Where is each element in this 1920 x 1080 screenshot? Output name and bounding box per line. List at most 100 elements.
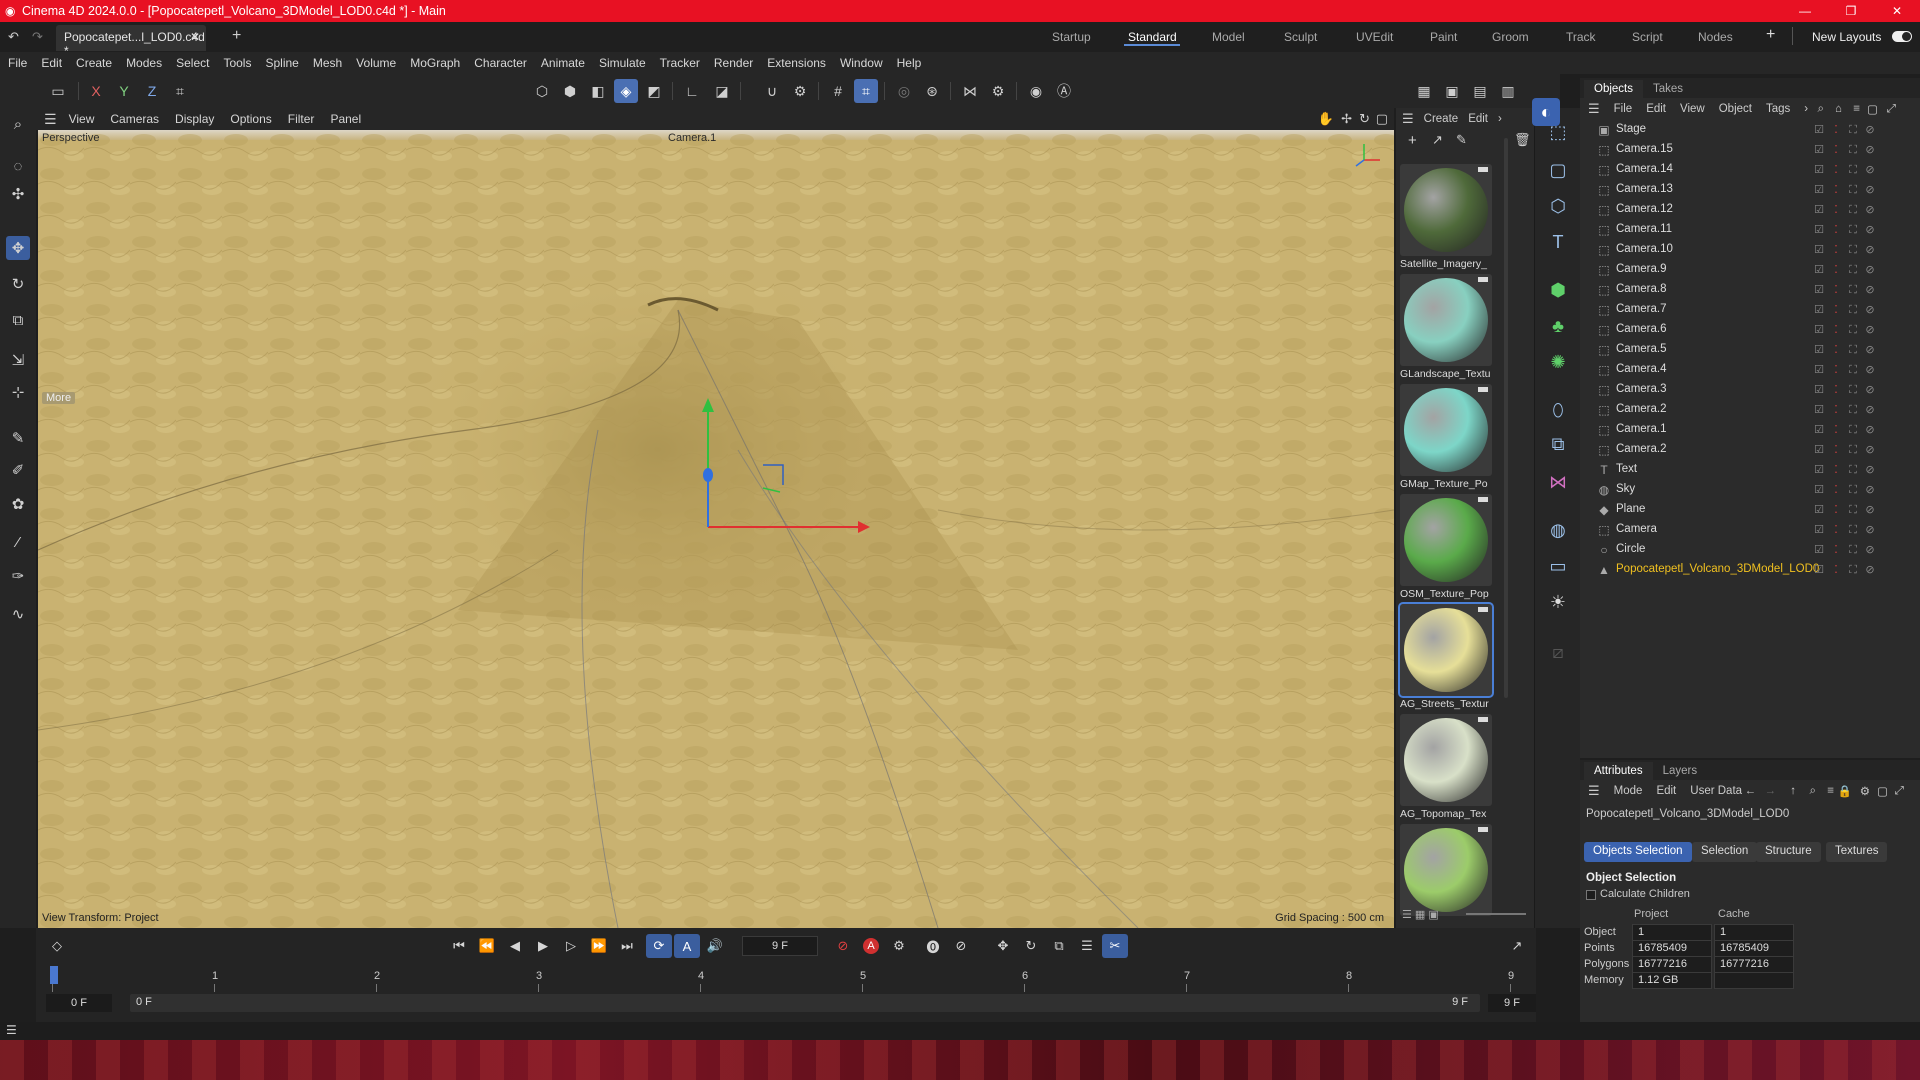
dolly-icon[interactable]: ✢ [1341, 111, 1352, 127]
object-row[interactable]: T Text ☑ ⁚ ⛶ ⊘ [1580, 460, 1920, 480]
tag-icon[interactable]: ⛶ [1846, 423, 1860, 437]
menu-modes[interactable]: Modes [126, 56, 162, 70]
material-menu-edit[interactable]: Edit [1468, 113, 1488, 125]
tag-icon[interactable]: ⛶ [1846, 463, 1860, 477]
tag-icon[interactable]: ⛶ [1846, 543, 1860, 557]
tag-icon[interactable]: ⛶ [1846, 303, 1860, 317]
forward-arrow-icon[interactable]: → [1765, 785, 1777, 797]
object-row[interactable]: ⬚ Camera.14 ☑ ⁚ ⛶ ⊘ [1580, 160, 1920, 180]
close-tab-icon[interactable]: ✕ [190, 30, 200, 44]
object-row[interactable]: ○ Circle ☑ ⁚ ⛶ ⊘ [1580, 540, 1920, 560]
tag-icon[interactable]: ⊘ [1863, 183, 1877, 197]
object-manager-icon[interactable]: ▭ [46, 79, 70, 103]
material-item[interactable]: GMap_Texture_Po [1400, 384, 1492, 490]
object-menu-edit[interactable]: Edit [1646, 103, 1666, 115]
playhead[interactable] [50, 966, 58, 984]
tag-icon[interactable]: ⊘ [1863, 423, 1877, 437]
axis-mode-icon[interactable]: ∟ [680, 79, 704, 103]
minimize-button[interactable]: — [1782, 0, 1828, 22]
tag-icon[interactable]: ⊘ [1863, 563, 1877, 577]
tag-icon[interactable]: ⊘ [1863, 323, 1877, 337]
layer-checkbox-icon[interactable]: ☑ [1812, 403, 1826, 417]
visibility-dots-icon[interactable]: ⁚ [1829, 543, 1843, 557]
layout-nodes[interactable]: Nodes [1698, 30, 1733, 44]
layout-script[interactable]: Script [1632, 30, 1663, 44]
tab-selection[interactable]: Selection [1692, 842, 1758, 862]
add-tab-icon[interactable]: + [232, 27, 241, 45]
object-row[interactable]: ⬚ Camera.2 ☑ ⁚ ⛶ ⊘ [1580, 400, 1920, 420]
object-menu-object[interactable]: Object [1719, 103, 1752, 115]
add-layout-icon[interactable]: + [1766, 26, 1775, 44]
visibility-dots-icon[interactable]: ⁚ [1829, 483, 1843, 497]
object-row[interactable]: ⬚ Camera.12 ☑ ⁚ ⛶ ⊘ [1580, 200, 1920, 220]
spline-pen-icon[interactable]: ✎ [6, 426, 30, 450]
tab-objects-selection[interactable]: Objects Selection [1584, 842, 1692, 862]
workplane-snap-icon[interactable]: ⌗ [854, 79, 878, 103]
coordinate-system-icon[interactable]: ⌗ [168, 79, 192, 103]
menu-select[interactable]: Select [176, 56, 209, 70]
tab-objects[interactable]: Objects [1584, 80, 1643, 98]
layout-groom[interactable]: Groom [1492, 30, 1529, 44]
hamburger-icon[interactable]: ☰ [1402, 111, 1414, 127]
tag-icon[interactable]: ⊘ [1863, 363, 1877, 377]
object-row[interactable]: ▲ Popocatepetl_Volcano_3DModel_LOD0 ☑ ⁚ ⛶ ⊘ [1580, 560, 1920, 580]
autokey-icon[interactable]: A [858, 934, 884, 958]
material-item[interactable]: Satellite_Imagery_ [1400, 164, 1492, 270]
layer-checkbox-icon[interactable]: ☑ [1812, 443, 1826, 457]
keyframe-icon[interactable]: ◇ [44, 934, 70, 958]
tag-icon[interactable]: ⛶ [1846, 563, 1860, 577]
layer-checkbox-icon[interactable]: ☑ [1812, 143, 1826, 157]
transform-tool-icon[interactable]: ⇲ [6, 348, 30, 372]
visibility-dots-icon[interactable]: ⁚ [1829, 503, 1843, 517]
layer-checkbox-icon[interactable]: ☑ [1812, 543, 1826, 557]
light-icon[interactable]: ☀ [1544, 588, 1572, 616]
material-menu-create[interactable]: Create [1424, 113, 1459, 125]
menu-extensions[interactable]: Extensions [767, 56, 826, 70]
tab-takes[interactable]: Takes [1643, 80, 1693, 98]
paint-icon[interactable]: ✿ [6, 492, 30, 516]
preview-range-bar[interactable]: 0 F 9 F [130, 994, 1480, 1012]
home-icon[interactable]: ⌂ [1835, 103, 1842, 115]
layout-track[interactable]: Track [1566, 30, 1596, 44]
link-material-icon[interactable]: ↗ [1432, 132, 1443, 148]
grid-snap-icon[interactable]: # [826, 79, 850, 103]
previous-frame-icon[interactable]: ◀ [502, 934, 528, 958]
record-icon[interactable]: ⊘ [830, 934, 856, 958]
tag-icon[interactable]: ⛶ [1846, 323, 1860, 337]
tag-icon[interactable]: ⊘ [1863, 543, 1877, 557]
layer-checkbox-icon[interactable]: ☑ [1812, 183, 1826, 197]
go-to-end-icon[interactable]: ⏭ [614, 934, 640, 958]
chevron-right-icon[interactable]: › [1498, 113, 1502, 125]
spline-icon[interactable]: ⋈ [1544, 468, 1572, 496]
render-view-icon[interactable]: ▣ [1440, 79, 1464, 103]
tab-attributes[interactable]: Attributes [1584, 762, 1653, 780]
layout-toggle[interactable] [1892, 31, 1912, 42]
tag-icon[interactable]: ⊘ [1863, 303, 1877, 317]
tag-icon[interactable]: ⛶ [1846, 183, 1860, 197]
layout-startup[interactable]: Startup [1052, 30, 1091, 44]
tag-icon[interactable]: ⊘ [1863, 163, 1877, 177]
object-row[interactable]: ⬚ Camera.7 ☑ ⁚ ⛶ ⊘ [1580, 300, 1920, 320]
menu-edit[interactable]: Edit [41, 56, 62, 70]
material-item[interactable]: AG_Streets_Textur [1398, 602, 1494, 710]
filter-icon[interactable]: ≡ [1827, 785, 1834, 797]
more-button[interactable]: More [42, 392, 76, 404]
menu-volume[interactable]: Volume [356, 56, 396, 70]
layout-paint[interactable]: Paint [1430, 30, 1457, 44]
deformer-icon[interactable]: ⬯ [1544, 396, 1572, 424]
redo-icon[interactable]: ↷ [32, 29, 43, 45]
brush-icon[interactable]: ⁄ [6, 530, 30, 554]
tab-layers[interactable]: Layers [1653, 762, 1708, 780]
layer-checkbox-icon[interactable]: ☑ [1812, 463, 1826, 477]
tag-icon[interactable]: ⛶ [1846, 403, 1860, 417]
rotate-tool-icon[interactable]: ↻ [6, 272, 30, 296]
filter-icon[interactable]: ≡ [1853, 103, 1860, 115]
attribute-menu-edit[interactable]: Edit [1656, 785, 1676, 797]
chevron-right-icon[interactable]: › [1804, 103, 1808, 115]
active-camera-label[interactable]: Camera.1 [668, 132, 716, 144]
maximize-button[interactable]: ❐ [1828, 0, 1874, 22]
menu-window[interactable]: Window [840, 56, 883, 70]
next-key-icon[interactable]: ⏩ [586, 934, 612, 958]
viewport-menu-cameras[interactable]: Cameras [110, 112, 159, 126]
point-level-key-icon[interactable]: ✂ [1102, 934, 1128, 958]
